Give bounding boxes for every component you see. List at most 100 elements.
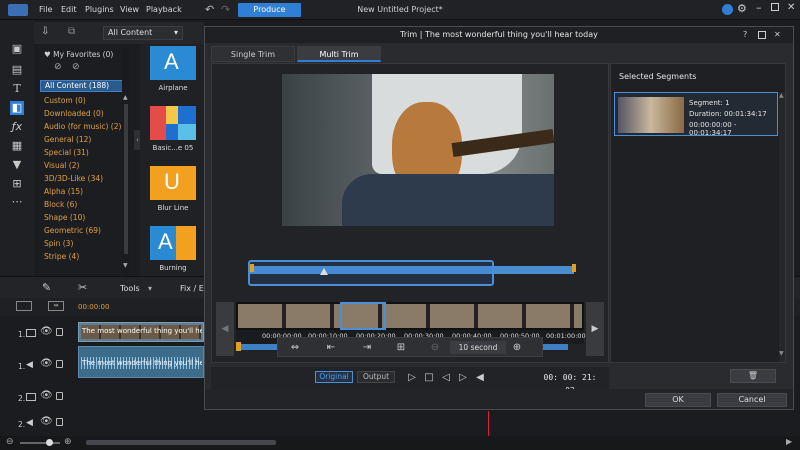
category-item[interactable]: Alpha (15) (44, 187, 83, 196)
eye-icon[interactable]: 👁 (40, 358, 53, 369)
settings-icon[interactable]: ⚙ (737, 2, 747, 15)
favorites-item[interactable]: ♥ My Favorites (0) (44, 50, 113, 59)
horizontal-scrollbar[interactable] (86, 440, 276, 445)
filmstrip[interactable] (236, 302, 584, 330)
category-item[interactable]: Stripe (4) (44, 252, 79, 261)
interval-field[interactable]: 10 second (450, 341, 506, 354)
tools-menu[interactable]: Tools (120, 284, 140, 293)
range-start-marker[interactable] (250, 264, 254, 272)
thumb-burning[interactable]: A (150, 226, 196, 260)
volume-icon[interactable]: ◀ (473, 371, 487, 385)
previous-frame-icon[interactable]: ◁ (439, 371, 453, 385)
video-track-icon[interactable] (26, 393, 36, 401)
lock-icon[interactable] (56, 392, 63, 400)
eye-icon[interactable]: 👁 (40, 416, 53, 427)
tab-single-trim[interactable]: Single Trim (211, 46, 295, 62)
zoom-out-icon[interactable]: ⊖ (6, 437, 14, 447)
category-all-content[interactable]: All Content (188) (40, 80, 124, 92)
category-item[interactable]: General (12) (44, 135, 91, 144)
output-toggle[interactable]: Output (357, 371, 395, 383)
category-item[interactable]: Shape (10) (44, 213, 85, 222)
mark-out-icon[interactable]: ⇥ (360, 341, 374, 355)
add-tag-icon[interactable]: ⊘ (54, 62, 62, 72)
transition-room-icon[interactable]: ◧ (10, 101, 24, 115)
category-item[interactable]: Custom (0) (44, 96, 86, 105)
segment-icon[interactable]: ⊞ (394, 341, 408, 355)
particle-room-icon[interactable]: ▼ (10, 158, 24, 172)
lock-icon[interactable] (56, 360, 63, 368)
selected-range-box[interactable] (248, 260, 494, 286)
eye-icon[interactable]: 👁 (40, 326, 53, 337)
content-filter-dropdown[interactable]: All Content ▾ (103, 26, 183, 40)
maximize-icon[interactable] (758, 31, 766, 39)
category-scrollbar[interactable]: ▲ ▼ (122, 46, 130, 276)
scroll-up-icon[interactable]: ▲ (779, 92, 784, 99)
effect-room-icon[interactable]: ƒx (10, 120, 24, 134)
play-icon[interactable]: ▷ (405, 371, 419, 385)
lock-icon[interactable] (56, 418, 63, 426)
zoom-out-icon[interactable]: ⊖ (428, 341, 442, 355)
cancel-button[interactable]: Cancel (717, 393, 787, 407)
category-item[interactable]: Special (31) (44, 148, 89, 157)
trim-in-marker[interactable] (236, 342, 241, 351)
filmstrip-next-button[interactable]: ▶ (586, 302, 604, 356)
menu-plugins[interactable]: Plugins (85, 5, 114, 14)
undo-icon[interactable]: ↶ (205, 3, 214, 16)
category-item[interactable]: Block (6) (44, 200, 77, 209)
produce-button[interactable]: Produce (238, 3, 301, 17)
timeline-playhead[interactable] (488, 411, 489, 436)
next-frame-icon[interactable]: ▷ (456, 371, 470, 385)
stop-icon[interactable]: □ (422, 371, 436, 385)
swap-icon[interactable]: ⇔ (288, 341, 302, 355)
fx-room-icon[interactable]: ▤ (10, 63, 24, 77)
help-icon[interactable]: ? (743, 27, 747, 43)
subtitle-room-icon[interactable]: ⊞ (10, 177, 24, 191)
menu-file[interactable]: File (39, 5, 52, 14)
lock-icon[interactable] (56, 328, 63, 336)
audio-track-icon[interactable]: ◀ (26, 360, 33, 370)
original-toggle[interactable]: Original (315, 371, 353, 383)
track-manager-icon[interactable] (16, 301, 32, 311)
thumb-airplane[interactable]: A (150, 46, 196, 80)
scroll-down-icon[interactable]: ▼ (779, 350, 784, 357)
plugin-icon[interactable]: ⧉ (68, 26, 75, 37)
more-icon[interactable]: ⋯ (10, 195, 24, 209)
ok-button[interactable]: OK (645, 393, 711, 407)
split-icon[interactable]: ✂ (78, 281, 87, 294)
range-end-marker[interactable] (572, 264, 576, 272)
scroll-up-icon[interactable]: ▲ (123, 94, 128, 101)
tab-multi-trim[interactable]: Multi Trim (297, 46, 381, 62)
segments-scrollbar[interactable]: ▲ ▼ (779, 92, 785, 362)
category-item[interactable]: 3D/3D-Like (34) (44, 174, 103, 183)
zoom-in-icon[interactable]: ⊕ (510, 341, 524, 355)
menu-view[interactable]: View (120, 5, 139, 14)
menu-playback[interactable]: Playback (146, 5, 182, 14)
category-item[interactable]: Audio (for music) (2) (44, 122, 121, 131)
eye-icon[interactable]: 👁 (40, 390, 53, 401)
scroll-down-icon[interactable]: ▼ (123, 262, 128, 269)
segment-card[interactable]: Segment: 1 Duration: 00:01:34:17 00:00:0… (614, 92, 778, 137)
fit-timeline-icon[interactable]: ⇹ (48, 301, 64, 311)
pip-room-icon[interactable]: ▦ (10, 139, 24, 153)
thumb-blur-line[interactable]: U (150, 166, 196, 200)
video-clip[interactable]: The most wonderful thing you'll hea (78, 322, 204, 342)
zoom-slider-knob[interactable] (46, 439, 53, 446)
scroll-thumb[interactable] (124, 104, 128, 254)
close-icon[interactable]: ✕ (774, 27, 781, 43)
category-item[interactable]: Visual (2) (44, 161, 79, 170)
audio-clip[interactable]: The most wonderful thing you'll hea (78, 346, 204, 378)
thumb-basic[interactable] (150, 106, 196, 140)
title-room-icon[interactable]: T (10, 82, 24, 96)
trash-button[interactable]: 🗑 (730, 369, 776, 383)
zoom-slider[interactable] (20, 442, 60, 444)
position-marker[interactable] (320, 268, 328, 275)
zoom-in-icon[interactable]: ⊕ (64, 437, 72, 447)
video-track-icon[interactable] (26, 329, 36, 337)
scroll-right-icon[interactable]: ▶ (786, 437, 792, 446)
category-item[interactable]: Downloaded (0) (44, 109, 104, 118)
mark-in-icon[interactable]: ⇤ (324, 341, 338, 355)
category-item[interactable]: Spin (3) (44, 239, 73, 248)
audio-track-icon[interactable]: ◀ (26, 418, 33, 428)
menu-edit[interactable]: Edit (61, 5, 77, 14)
media-room-icon[interactable]: ▣ (10, 42, 24, 56)
